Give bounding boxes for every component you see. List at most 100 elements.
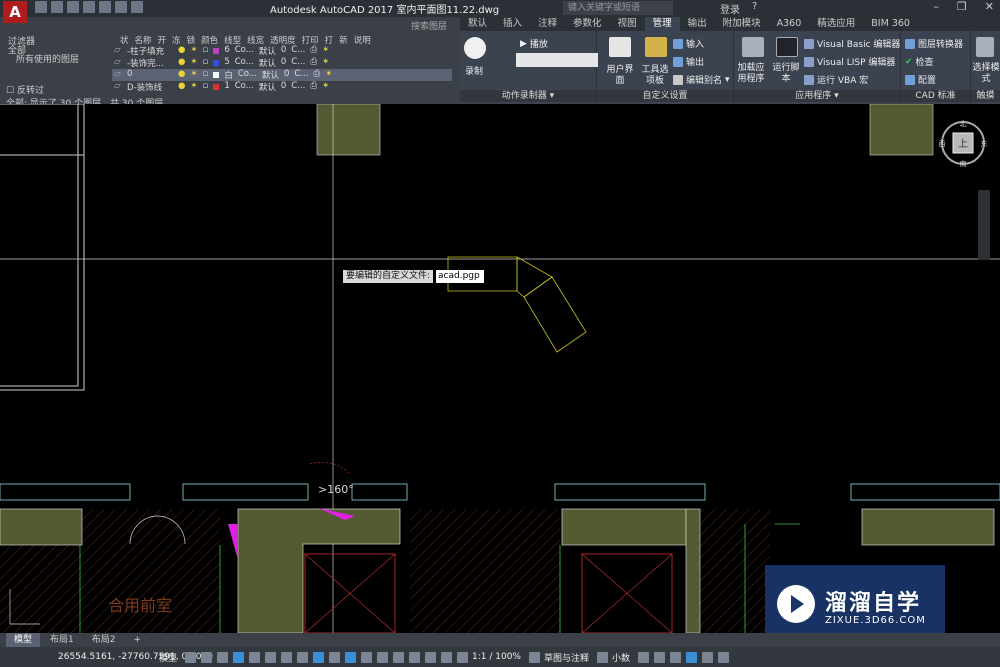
layer-color-swatch[interactable] xyxy=(213,84,220,90)
auto-scale-icon[interactable] xyxy=(457,651,469,663)
layer-on-icon[interactable]: ● xyxy=(178,45,185,57)
layer-search-input[interactable]: 搜索图层 xyxy=(411,19,447,32)
tab-a360[interactable]: A360 xyxy=(769,17,810,31)
play-button[interactable]: ▶ 播放 xyxy=(520,37,548,51)
tab-addins[interactable]: 附加模块 xyxy=(715,17,769,31)
object-snap-tracking-icon[interactable] xyxy=(297,651,309,663)
viewcube-west[interactable]: 西 xyxy=(939,140,946,148)
tab-manage[interactable]: 管理 xyxy=(644,17,680,31)
layer-freeze-icon[interactable]: ✶ xyxy=(190,45,197,57)
autocad-app-icon[interactable]: A xyxy=(3,1,27,23)
login-button[interactable]: 登录 xyxy=(720,1,740,16)
units-readout[interactable]: 小数 xyxy=(608,651,634,664)
lisp-editor-button[interactable]: Visual LISP 编辑器 xyxy=(804,55,895,68)
layer-linetype[interactable]: Co... xyxy=(235,45,254,57)
tab-output[interactable]: 输出 xyxy=(680,17,715,31)
run-vba-macro-button[interactable]: 运行 VBA 宏 xyxy=(804,73,868,86)
col-new-vp-freeze[interactable]: 新 xyxy=(339,34,348,46)
polar-tracking-icon[interactable] xyxy=(265,651,277,663)
layer-lock-icon[interactable]: ▫ xyxy=(203,69,209,81)
quick-properties-icon[interactable] xyxy=(638,651,650,663)
layer-freeze-icon[interactable]: ✶ xyxy=(190,81,197,93)
import-button[interactable]: 输入 xyxy=(673,37,704,50)
close-icon[interactable]: ✕ xyxy=(985,0,994,13)
layer-row[interactable]: ▱ D-装饰线 ● ✶ ▫ 1 Co... 默认 0 C... ⎙ ✶ xyxy=(112,81,452,93)
col-color[interactable]: 颜色 xyxy=(201,34,218,46)
layer-freeze-icon[interactable]: ✶ xyxy=(190,69,197,81)
coordinate-readout[interactable]: 26554.5161, -27760.7591, 0.0000 xyxy=(0,652,213,662)
layer-transparency[interactable]: 0 xyxy=(281,57,286,69)
viewcube-east[interactable]: 东 xyxy=(981,139,988,148)
ortho-icon[interactable] xyxy=(249,651,261,663)
snap-icon[interactable] xyxy=(201,651,213,663)
lock-ui-icon[interactable] xyxy=(654,651,666,663)
dynamic-input-icon[interactable] xyxy=(233,651,245,663)
user-interface-button[interactable]: 用户界面 xyxy=(605,65,635,87)
infer-constraints-icon[interactable] xyxy=(217,651,229,663)
col-plot-style[interactable]: 打印 xyxy=(302,34,319,46)
layer-row[interactable]: ▱ -装饰完... ● ✶ ▫ 5 Co... 默认 0 C... ⎙ ✶ xyxy=(112,57,452,69)
record-icon[interactable] xyxy=(464,37,486,59)
layer-color-swatch[interactable] xyxy=(213,72,220,78)
open-file-icon[interactable] xyxy=(51,1,63,13)
add-layout-button[interactable]: + xyxy=(125,633,149,647)
isolate-objects-icon[interactable] xyxy=(670,651,682,663)
record-button[interactable]: 录制 xyxy=(465,64,483,77)
export-button[interactable]: 输出 xyxy=(673,55,704,68)
help-search-input[interactable]: 键入关键字或短语 xyxy=(563,1,673,15)
customization-menu-icon[interactable] xyxy=(718,651,730,663)
layer-lock-icon[interactable]: ▫ xyxy=(203,81,209,93)
layer-linetype[interactable]: Co... xyxy=(235,57,254,69)
selection-filter-icon[interactable] xyxy=(409,651,421,663)
run-script-button[interactable]: 运行脚本 xyxy=(772,63,800,85)
layer-linetype[interactable]: Co... xyxy=(238,69,257,81)
layer-on-icon[interactable]: ● xyxy=(178,57,185,69)
save-icon[interactable] xyxy=(67,1,79,13)
col-lineweight[interactable]: 线宽 xyxy=(247,34,264,46)
edit-aliases-button[interactable]: 编辑别名 ▾ xyxy=(673,73,730,86)
tab-layout2[interactable]: 布局2 xyxy=(84,633,124,647)
col-status[interactable]: 状 xyxy=(120,34,129,46)
check-button[interactable]: ✔ 检查 xyxy=(905,55,934,69)
gizmo-icon[interactable] xyxy=(425,651,437,663)
col-plot[interactable]: 打 xyxy=(325,34,334,46)
macro-dropdown[interactable] xyxy=(516,53,598,67)
selection-mode-button[interactable]: 选择模式 xyxy=(972,63,1000,85)
grid-icon[interactable] xyxy=(185,651,197,663)
layer-lock-icon[interactable]: ▫ xyxy=(203,45,209,57)
viewcube[interactable]: 上 北 南 东 西 xyxy=(938,118,988,168)
restore-icon[interactable]: ❐ xyxy=(957,0,967,13)
tab-parametric[interactable]: 参数化 xyxy=(565,17,610,31)
cui-icon[interactable] xyxy=(609,37,631,57)
annotation-scale[interactable]: 1:1 / 100% xyxy=(468,652,525,662)
filter-used-layers[interactable]: 所有使用的图层 xyxy=(16,52,79,65)
tab-model[interactable]: 模型 xyxy=(6,633,41,647)
3d-osnap-icon[interactable] xyxy=(377,651,389,663)
col-name[interactable]: 名称 xyxy=(135,34,152,46)
model-space-button[interactable]: 模型 xyxy=(155,651,181,664)
hardware-acceleration-icon[interactable] xyxy=(686,651,698,663)
col-freeze[interactable]: 冻 xyxy=(172,34,181,46)
clean-screen-icon[interactable] xyxy=(702,651,714,663)
workspace-gear-icon[interactable] xyxy=(528,651,540,663)
tab-featured-apps[interactable]: 精选应用 xyxy=(809,17,863,31)
help-icon[interactable]: ? xyxy=(752,1,757,16)
dynamic-ucs-icon[interactable] xyxy=(393,651,405,663)
tab-default[interactable]: 默认 xyxy=(460,17,495,31)
minimize-icon[interactable]: – xyxy=(933,0,939,13)
selection-cycling-icon[interactable] xyxy=(361,651,373,663)
annotation-visibility-icon[interactable] xyxy=(441,651,453,663)
tab-annotate[interactable]: 注释 xyxy=(530,17,565,31)
col-description[interactable]: 说明 xyxy=(354,34,371,46)
layer-transparency[interactable]: 0 xyxy=(284,69,289,81)
layer-plot-icon[interactable]: ⎙ xyxy=(310,57,317,69)
layer-vp-freeze-icon[interactable]: ✶ xyxy=(322,45,329,57)
applications-label[interactable]: 应用程序 ▾ xyxy=(734,90,900,102)
object-snap-icon[interactable] xyxy=(313,651,325,663)
viewcube-north[interactable]: 北 xyxy=(960,120,967,128)
lineweight-icon[interactable] xyxy=(329,651,341,663)
layer-transparency[interactable]: 0 xyxy=(281,81,286,93)
load-application-icon[interactable] xyxy=(742,37,764,57)
layer-on-icon[interactable]: ● xyxy=(178,81,185,93)
layer-row-selected[interactable]: ▱ 0 ● ✶ ▫ 白 Co... 默认 0 C... ⎙ ✶ xyxy=(112,69,452,81)
